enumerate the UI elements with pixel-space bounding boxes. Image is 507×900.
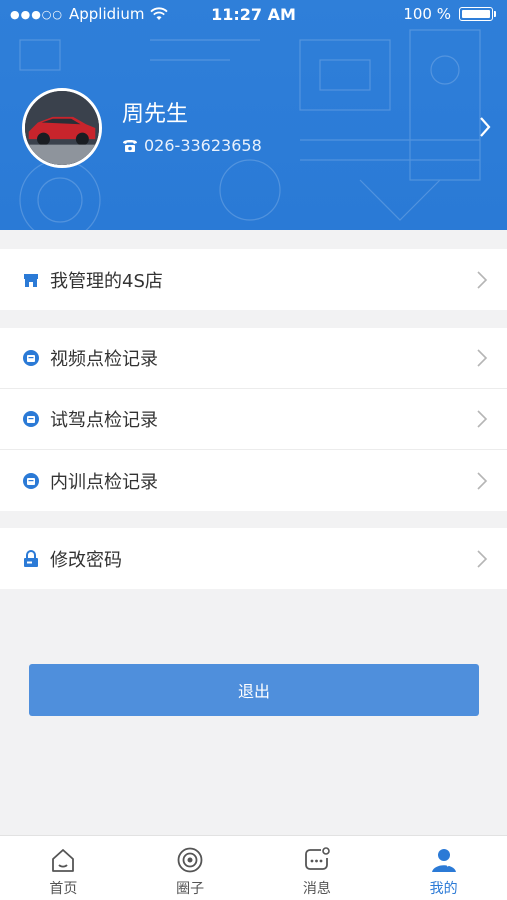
menu-item-change-password-label: 修改密码: [50, 549, 122, 571]
store-group: 我管理的4S店: [0, 249, 507, 310]
tab-bar: 首页 圈子 消息 我的: [0, 835, 507, 900]
tab-home[interactable]: 首页: [0, 836, 127, 900]
chevron-right-icon[interactable]: [478, 116, 492, 138]
tab-messages-label: 消息: [302, 881, 331, 897]
user-icon: [431, 849, 456, 872]
user-name: 周先生: [122, 102, 189, 127]
chevron-right-icon: [477, 410, 488, 428]
chevron-right-icon: [477, 549, 488, 568]
battery-icon: [459, 7, 496, 21]
tab-circle-label: 圈子: [176, 881, 205, 897]
phone-number: 026-33623658: [144, 136, 262, 155]
car-photo-icon: [25, 91, 99, 165]
menu-item-training-check-label: 内训点检记录: [50, 471, 158, 493]
profile-header: ●●●○○ Applidium 11:27 AM 100 % 周先生 026-3…: [0, 0, 507, 230]
menu-item-store[interactable]: 我管理的4S店: [0, 249, 507, 310]
menu-item-test-drive-check-label: 试驾点检记录: [50, 410, 158, 431]
status-bar: ●●●○○ Applidium 11:27 AM 100 %: [0, 0, 507, 30]
avatar[interactable]: [22, 88, 102, 168]
profile-card[interactable]: 周先生 026-33623658: [22, 88, 492, 172]
tab-mine-label: 我的: [429, 881, 458, 897]
tab-circle[interactable]: 圈子: [127, 836, 254, 900]
status-right: 100 %: [403, 5, 496, 23]
logout-button[interactable]: 退出: [29, 664, 479, 716]
home-icon: [52, 849, 75, 872]
menu-item-change-password[interactable]: 修改密码: [0, 528, 507, 589]
chevron-right-icon: [477, 471, 488, 490]
test-drive-record-icon: [23, 411, 39, 427]
training-record-icon: [23, 472, 39, 489]
menu-item-test-drive-check[interactable]: 试驾点检记录: [0, 389, 507, 450]
chevron-right-icon: [477, 349, 488, 367]
chevron-right-icon: [477, 270, 488, 289]
lock-icon: [24, 549, 38, 567]
tab-mine[interactable]: 我的: [380, 836, 507, 900]
battery-percent: 100 %: [403, 5, 451, 23]
menu-item-training-check[interactable]: 内训点检记录: [0, 450, 507, 511]
security-group: 修改密码: [0, 528, 507, 589]
tab-home-label: 首页: [49, 881, 78, 897]
video-record-icon: [23, 350, 39, 366]
phone-row: 026-33623658: [122, 136, 262, 155]
records-group: 视频点检记录 试驾点检记录 内训点检记录: [0, 328, 507, 511]
phone-icon: [123, 139, 137, 152]
tab-messages[interactable]: 消息: [254, 836, 381, 900]
menu-item-store-label: 我管理的4S店: [50, 270, 163, 292]
menu-item-video-check[interactable]: 视频点检记录: [0, 328, 507, 389]
message-icon: [304, 847, 330, 870]
store-icon: [24, 273, 38, 287]
menu-item-video-check-label: 视频点检记录: [50, 349, 158, 370]
circle-icon: [177, 847, 203, 873]
